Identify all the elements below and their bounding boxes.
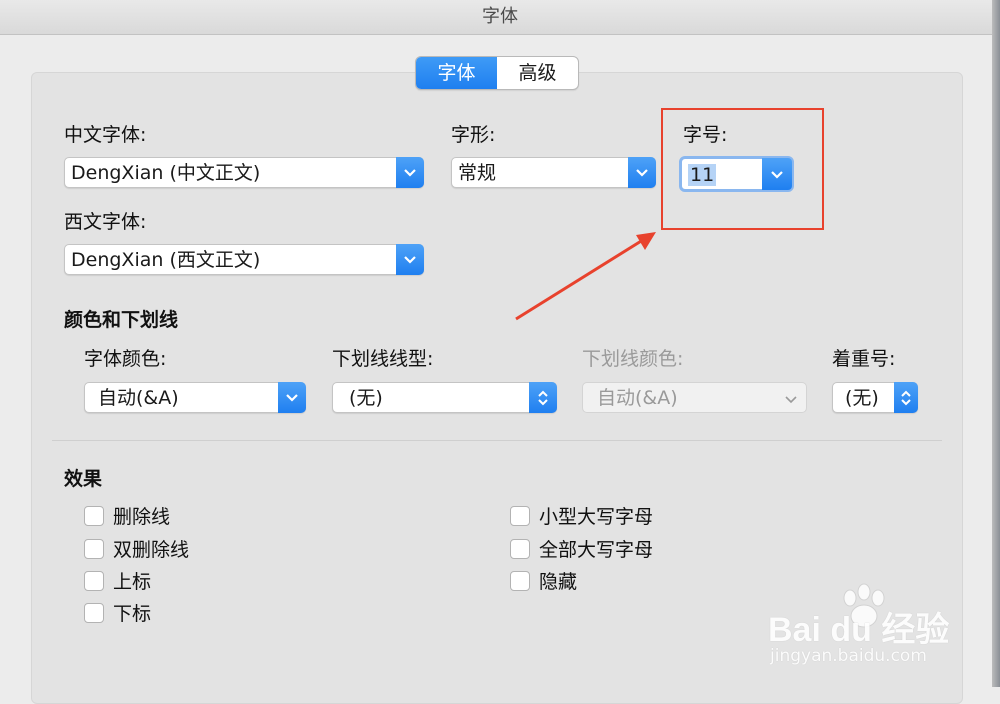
watermark-brand: Bai du 经验 <box>768 611 950 649</box>
watermark-url: jingyan.baidu.com <box>770 646 927 666</box>
watermark: Bai du 经验 jingyan.baidu.com <box>768 580 968 670</box>
